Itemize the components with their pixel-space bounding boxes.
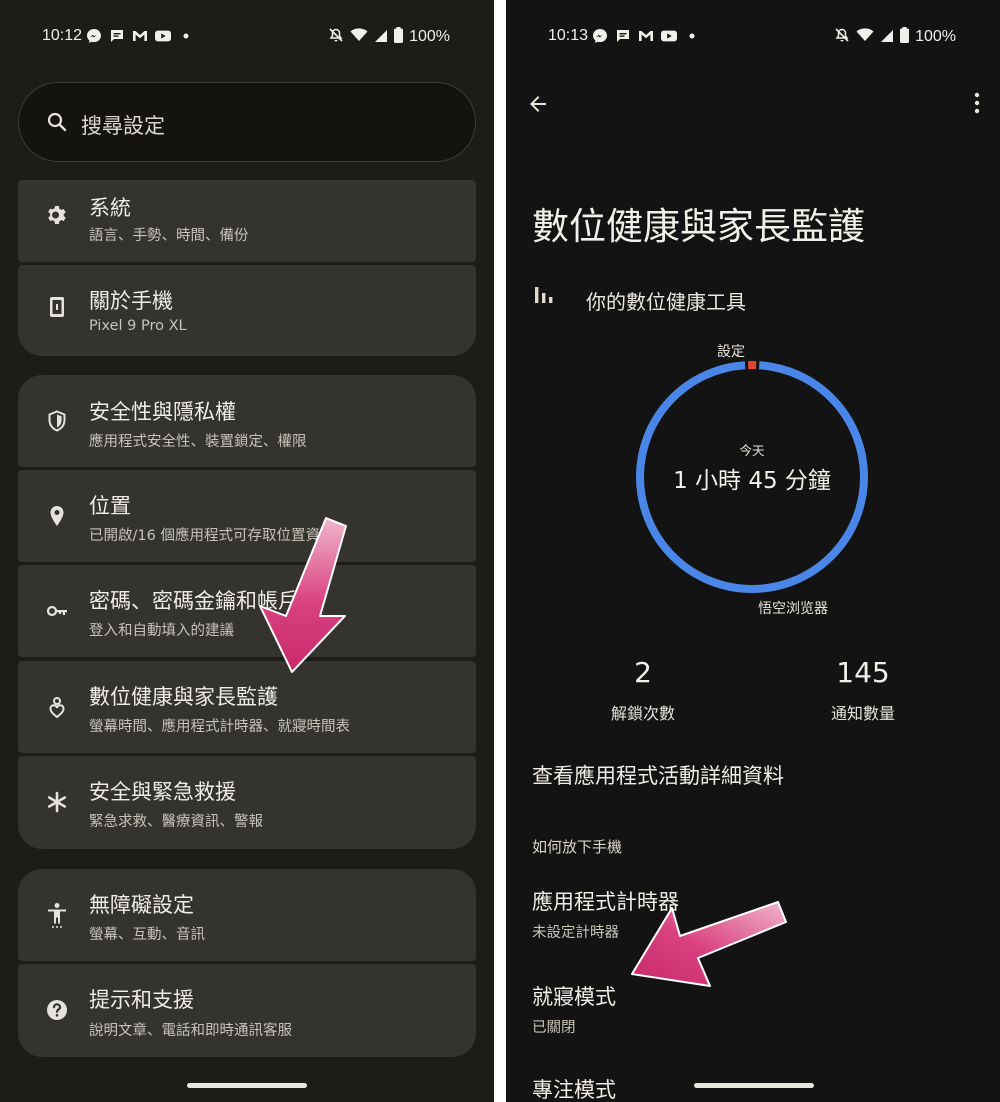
mute-icon [328,27,344,47]
settings-item-location[interactable]: 位置 已開啟/16 個應用程式可存取位置資訊 [18,470,476,562]
item-title: 就寢模式 [532,985,616,1009]
phone-icon [45,295,69,319]
item-title: 安全性與隱私權 [89,400,236,424]
battery-percent: 100% [915,28,956,45]
item-title: 系統 [89,196,131,220]
status-time: 10:13 [548,27,589,44]
search-placeholder: 搜尋設定 [81,114,165,138]
settings-item-passwords-accounts[interactable]: 密碼、密碼金鑰和帳戶 登入和自動填入的建議 [18,565,476,657]
item-title: 安全與緊急救援 [89,780,236,804]
stat-value: 2 [634,656,652,689]
item-subtitle: 語言、手勢、時間、備份 [89,228,249,244]
gmail-icon [132,28,148,44]
search-settings-bar[interactable]: 搜尋設定 [18,82,476,162]
screen-time-total: 1 小時 45 分鐘 [673,468,831,494]
item-title: 關於手機 [89,289,173,313]
shield-icon [45,409,69,433]
app-activity-link[interactable]: 查看應用程式活動詳細資料 [532,760,784,790]
item-subtitle: 緊急求救、醫療資訊、警報 [89,814,263,830]
item-subtitle: 說明文章、電話和即時通訊客服 [89,1023,292,1039]
item-subtitle: 應用程式安全性、裝置鎖定、權限 [89,434,307,450]
item-subtitle: 登入和自動填入的建議 [89,623,234,639]
key-icon [45,599,69,623]
more-options-icon[interactable] [974,92,980,118]
item-title: 無障礙設定 [89,893,194,917]
item-title: 位置 [89,494,131,518]
item-title: 提示和支援 [89,988,194,1012]
bar-chart-icon [532,283,556,311]
item-title: 專注模式 [532,1078,616,1102]
item-subtitle: 螢幕、互動、音訊 [89,927,205,943]
status-time: 10:12 [42,27,83,44]
search-icon [46,111,68,137]
status-bar: 10:13 100% [506,0,1000,74]
signal-icon [880,28,894,47]
stat-label: 通知數量 [830,704,895,723]
settings-item-safety-emergency[interactable]: 安全與緊急救援 緊急求救、醫療資訊、警報 [18,756,476,849]
settings-group-accessibility: 無障礙設定 螢幕、互動、音訊 提示和支援 說明文章、電話和即時通訊客服 [18,869,476,1057]
dot-icon [178,28,194,44]
item-subtitle: 螢幕時間、應用程式計時器、就寢時間表 [89,719,350,735]
settings-item-system[interactable]: 系統 語言、手勢、時間、備份 [18,180,476,262]
chat-icon [109,28,125,44]
gear-icon [45,203,69,227]
gesture-nav-bar[interactable] [694,1083,814,1088]
dot-icon [684,28,700,44]
status-bar: 10:12 100% [0,0,494,74]
annotation-arrow [259,517,347,673]
page-title: 數位健康與家長監護 [532,205,865,248]
stat-label: 解鎖次數 [610,704,675,723]
settings-item-tips-support[interactable]: 提示和支援 說明文章、電話和即時通訊客服 [18,964,476,1057]
mute-icon [834,27,850,47]
settings-item-digital-wellbeing[interactable]: 數位健康與家長監護 螢幕時間、應用程式計時器、就寢時間表 [18,661,476,753]
settings-item-about-phone[interactable]: 關於手機 Pixel 9 Pro XL [18,265,476,356]
accessibility-icon [45,902,69,928]
settings-group-device: 系統 語言、手勢、時間、備份 關於手機 Pixel 9 Pro XL [18,180,476,356]
chat-icon [615,28,631,44]
wellbeing-icon [45,695,69,719]
youtube-icon [155,28,171,44]
digital-wellbeing-screen: 10:13 100% 數位健康與家長監護 你的數位健康工具 設定 今天 1 小時… [506,0,1000,1102]
battery-icon [900,27,910,47]
settings-item-accessibility[interactable]: 無障礙設定 螢幕、互動、音訊 [18,869,476,961]
location-icon [45,504,69,528]
today-label: 今天 [739,443,765,458]
signal-icon [374,28,388,47]
help-icon [45,998,69,1022]
item-title: 數位健康與家長監護 [89,685,278,709]
asterisk-icon [45,790,69,814]
item-subtitle: 未設定計時器 [532,925,619,941]
settings-item-security-privacy[interactable]: 安全性與隱私權 應用程式安全性、裝置鎖定、權限 [18,375,476,467]
annotation-arrow [631,901,787,987]
battery-icon [394,27,404,47]
gesture-nav-bar[interactable] [187,1083,307,1088]
tools-section-label: 你的數位健康工具 [586,290,746,314]
settings-screen: 10:12 100% 搜尋設定 系統 語言、手勢、時間、備份 關於手機 Pixe… [0,0,494,1102]
ring-label-app: 悟空浏览器 [758,601,828,617]
item-subtitle: 已關閉 [532,1020,576,1036]
settings-group-security: 安全性與隱私權 應用程式安全性、裝置鎖定、權限 位置 已開啟/16 個應用程式可… [18,375,476,849]
youtube-icon [661,28,677,44]
back-arrow-icon[interactable] [526,92,550,120]
wifi-icon [350,27,368,47]
section-heading: 如何放下手機 [532,838,623,856]
messenger-icon [86,28,102,44]
battery-percent: 100% [409,28,450,45]
messenger-icon [592,28,608,44]
stat-value: 145 [836,656,890,689]
gmail-icon [638,28,654,44]
wifi-icon [856,27,874,47]
item-subtitle: Pixel 9 Pro XL [89,318,187,334]
